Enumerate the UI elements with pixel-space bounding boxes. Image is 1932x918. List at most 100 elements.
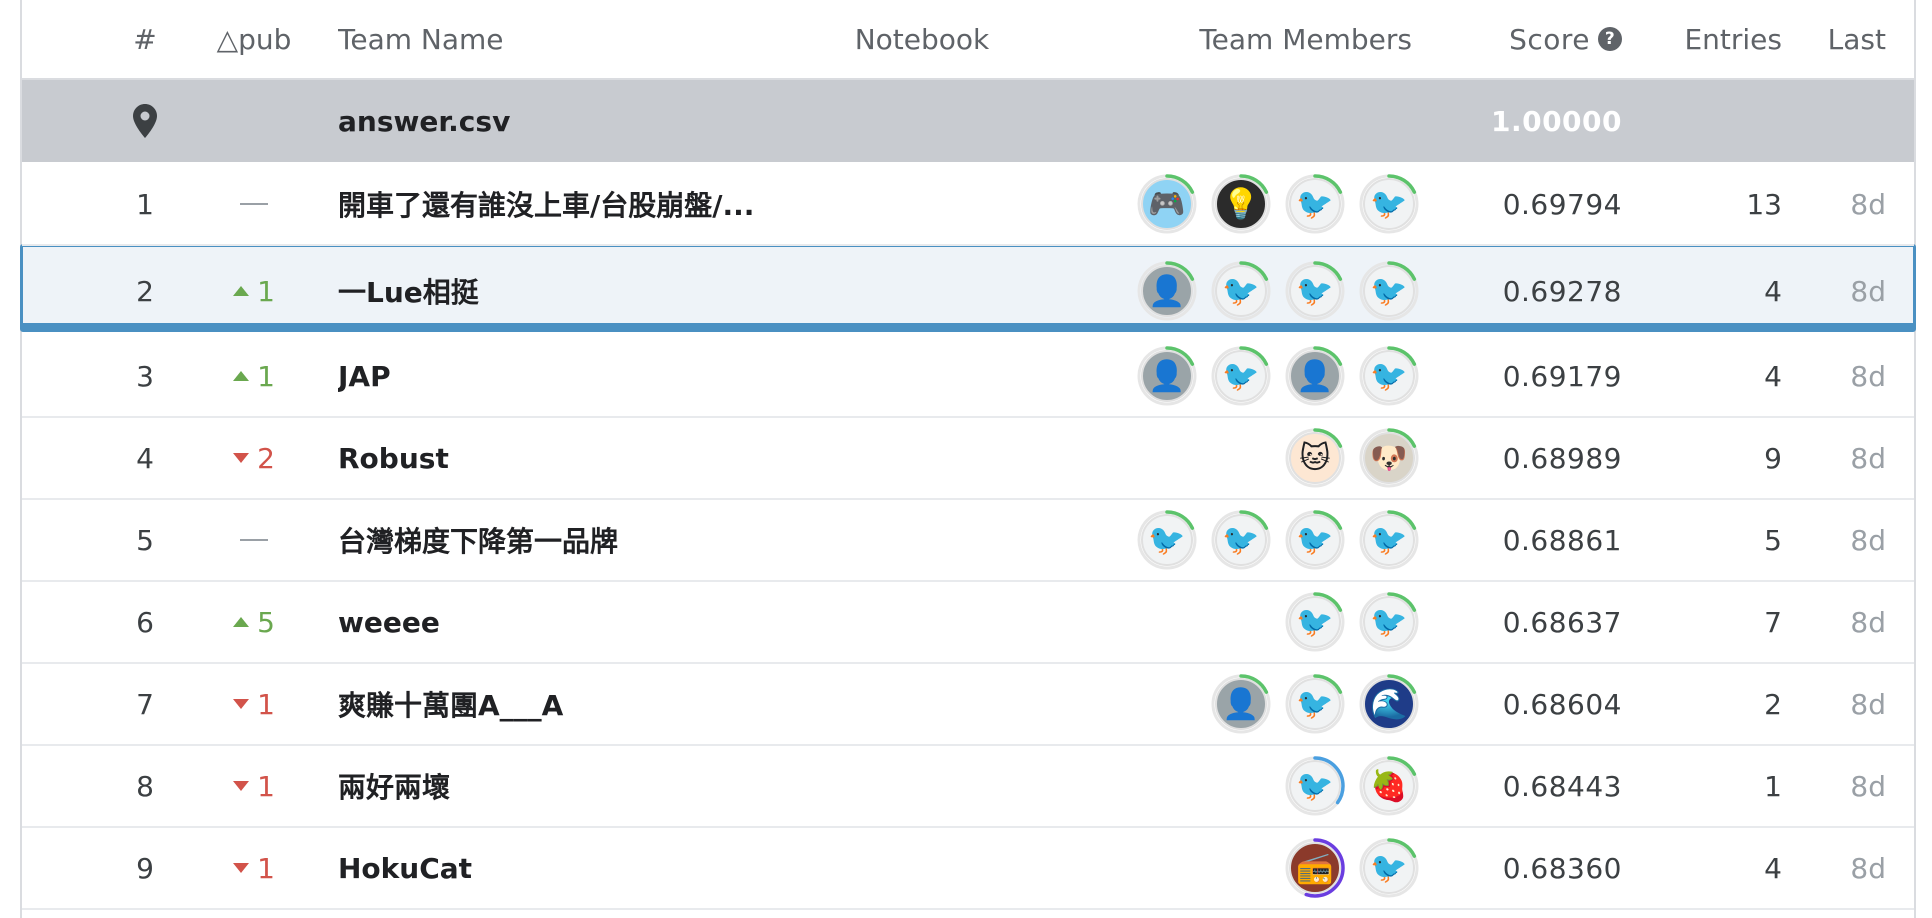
row-last: 8d (1850, 687, 1886, 721)
benchmark-row[interactable]: answer.csv 1.00000 (22, 80, 1914, 162)
avatar[interactable]: 🐦 (1284, 673, 1346, 735)
row-rank: 6 (136, 605, 154, 639)
table-row[interactable]: 8 1 兩好兩壞 🐦 🍓 0.68443 1 8d (22, 746, 1914, 828)
header-score-label: Score (1509, 22, 1590, 56)
avatar-progress-ring (1359, 756, 1419, 816)
row-team-name[interactable]: weeee (338, 582, 808, 662)
avatar-progress-ring (1211, 674, 1271, 734)
row-score: 0.68861 (1502, 523, 1622, 557)
avatar[interactable]: 🐱 (1284, 427, 1346, 489)
avatar[interactable]: 🐶 (1358, 427, 1420, 489)
avatar[interactable]: 🐦 (1284, 173, 1346, 235)
rank-down-icon (233, 699, 250, 709)
table-row[interactable]: 6 5 weeee 🐦 🐦 0.68637 7 8d (22, 582, 1914, 664)
avatar[interactable]: 🎮 (1136, 173, 1198, 235)
header-entries: Entries (1684, 22, 1782, 56)
avatar[interactable]: 🐦 (1210, 260, 1272, 322)
rank-up-icon (233, 371, 250, 381)
table-row[interactable]: 5 台灣梯度下降第一品牌 🐦 🐦 🐦 🐦 0.68861 5 8d (22, 500, 1914, 582)
avatar-progress-ring (1359, 510, 1419, 570)
row-delta-value: 1 (257, 359, 275, 393)
avatar[interactable]: 🐦 (1136, 509, 1198, 571)
table-row[interactable]: 3 1 JAP 👤 🐦 👤 🐦 0.69179 4 8d (22, 336, 1914, 418)
row-team-name[interactable]: 爽賺十萬團A___A (338, 664, 808, 744)
table-row[interactable]: 4 2 Robust 🐱 🐶 0.68989 9 8d (22, 418, 1914, 500)
avatar[interactable]: 🐦 (1284, 755, 1346, 817)
avatar[interactable]: 🐦 (1358, 837, 1420, 899)
header-delta[interactable]: △pub (192, 0, 316, 78)
row-last: 8d (1850, 359, 1886, 393)
row-team-members: 👤 🐦 🌊 (1102, 664, 1420, 744)
row-delta: 1 (192, 336, 316, 416)
header-team-members: Team Members (1199, 22, 1412, 56)
avatar-progress-ring (1285, 174, 1345, 234)
row-delta: 1 (192, 828, 316, 908)
row-delta: 2 (192, 418, 316, 498)
row-team-name[interactable]: 台灣梯度下降第一品牌 (338, 500, 808, 580)
avatar[interactable]: 👤 (1136, 345, 1198, 407)
avatar-progress-ring (1285, 346, 1345, 406)
row-entries: 2 (1764, 687, 1782, 721)
row-team-name[interactable]: 一Lue相挺 (338, 246, 808, 336)
row-team-name[interactable]: Robust (338, 418, 808, 498)
avatar-progress-ring (1285, 756, 1345, 816)
avatar-progress-ring (1137, 346, 1197, 406)
avatar[interactable]: 🌊 (1358, 673, 1420, 735)
avatar[interactable]: 🐦 (1284, 260, 1346, 322)
avatar[interactable]: 💡 (1210, 173, 1272, 235)
row-team-name[interactable]: 開車了還有誰沒上車/台股崩盤/... (338, 164, 808, 244)
row-team-name[interactable]: JAP (338, 336, 808, 416)
avatar-progress-ring (1137, 174, 1197, 234)
avatar[interactable]: 🐦 (1210, 345, 1272, 407)
avatar[interactable]: 📻 (1284, 837, 1346, 899)
header-notebook: Notebook (854, 22, 990, 56)
row-rank: 7 (136, 687, 154, 721)
row-delta-value: 1 (257, 274, 275, 308)
row-entries: 4 (1764, 274, 1782, 308)
avatar-progress-ring (1359, 592, 1419, 652)
rank-down-icon (233, 863, 250, 873)
table-row[interactable]: 2 1 一Lue相挺 👤 🐦 🐦 🐦 0.69278 4 8d (22, 246, 1914, 336)
row-last: 8d (1850, 274, 1886, 308)
row-score: 0.68637 (1502, 605, 1622, 639)
avatar[interactable]: 🐦 (1358, 260, 1420, 322)
benchmark-score: 1.00000 (1490, 104, 1622, 138)
table-row[interactable]: 9 1 HokuCat 📻 🐦 0.68360 4 8d (22, 828, 1914, 910)
row-delta-value: 1 (257, 769, 275, 803)
table-row[interactable]: 1 開車了還有誰沒上車/台股崩盤/... 🎮 💡 🐦 🐦 0.69794 13 8d (22, 164, 1914, 246)
avatar[interactable]: 🐦 (1358, 509, 1420, 571)
row-team-members: 🐦 🍓 (1102, 746, 1420, 826)
avatar-progress-ring (1359, 261, 1419, 321)
avatar[interactable]: 🐦 (1284, 509, 1346, 571)
no-change-dash-icon (240, 203, 268, 205)
avatar[interactable]: 👤 (1284, 345, 1346, 407)
benchmark-pin (102, 80, 188, 162)
table-row[interactable]: 7 1 爽賺十萬團A___A 👤 🐦 🌊 0.68604 2 8d (22, 664, 1914, 746)
avatar[interactable]: 🐦 (1358, 591, 1420, 653)
header-score: Score ? (1432, 0, 1622, 78)
avatar[interactable]: 🐦 (1358, 173, 1420, 235)
avatar[interactable]: 🐦 (1284, 591, 1346, 653)
rank-down-icon (233, 781, 250, 791)
row-delta-value: 5 (257, 605, 275, 639)
row-team-name[interactable]: 兩好兩壞 (338, 746, 808, 826)
row-team-name[interactable]: HokuCat (338, 828, 808, 908)
location-pin-icon (133, 104, 157, 138)
row-entries: 13 (1746, 187, 1782, 221)
avatar[interactable]: 🐦 (1358, 345, 1420, 407)
avatar[interactable]: 👤 (1210, 673, 1272, 735)
row-delta (192, 500, 316, 580)
benchmark-name: answer.csv (338, 104, 511, 138)
avatar[interactable]: 🐦 (1210, 509, 1272, 571)
avatar-progress-ring (1211, 261, 1271, 321)
row-delta: 1 (192, 746, 316, 826)
row-delta-value: 1 (257, 851, 275, 885)
row-entries: 4 (1764, 851, 1782, 885)
avatar[interactable]: 👤 (1136, 260, 1198, 322)
no-change-dash-icon (240, 539, 268, 541)
avatar[interactable]: 🍓 (1358, 755, 1420, 817)
row-entries: 1 (1764, 769, 1782, 803)
header-last: Last (1827, 22, 1886, 56)
avatar-progress-ring (1137, 261, 1197, 321)
help-icon[interactable]: ? (1598, 27, 1622, 51)
